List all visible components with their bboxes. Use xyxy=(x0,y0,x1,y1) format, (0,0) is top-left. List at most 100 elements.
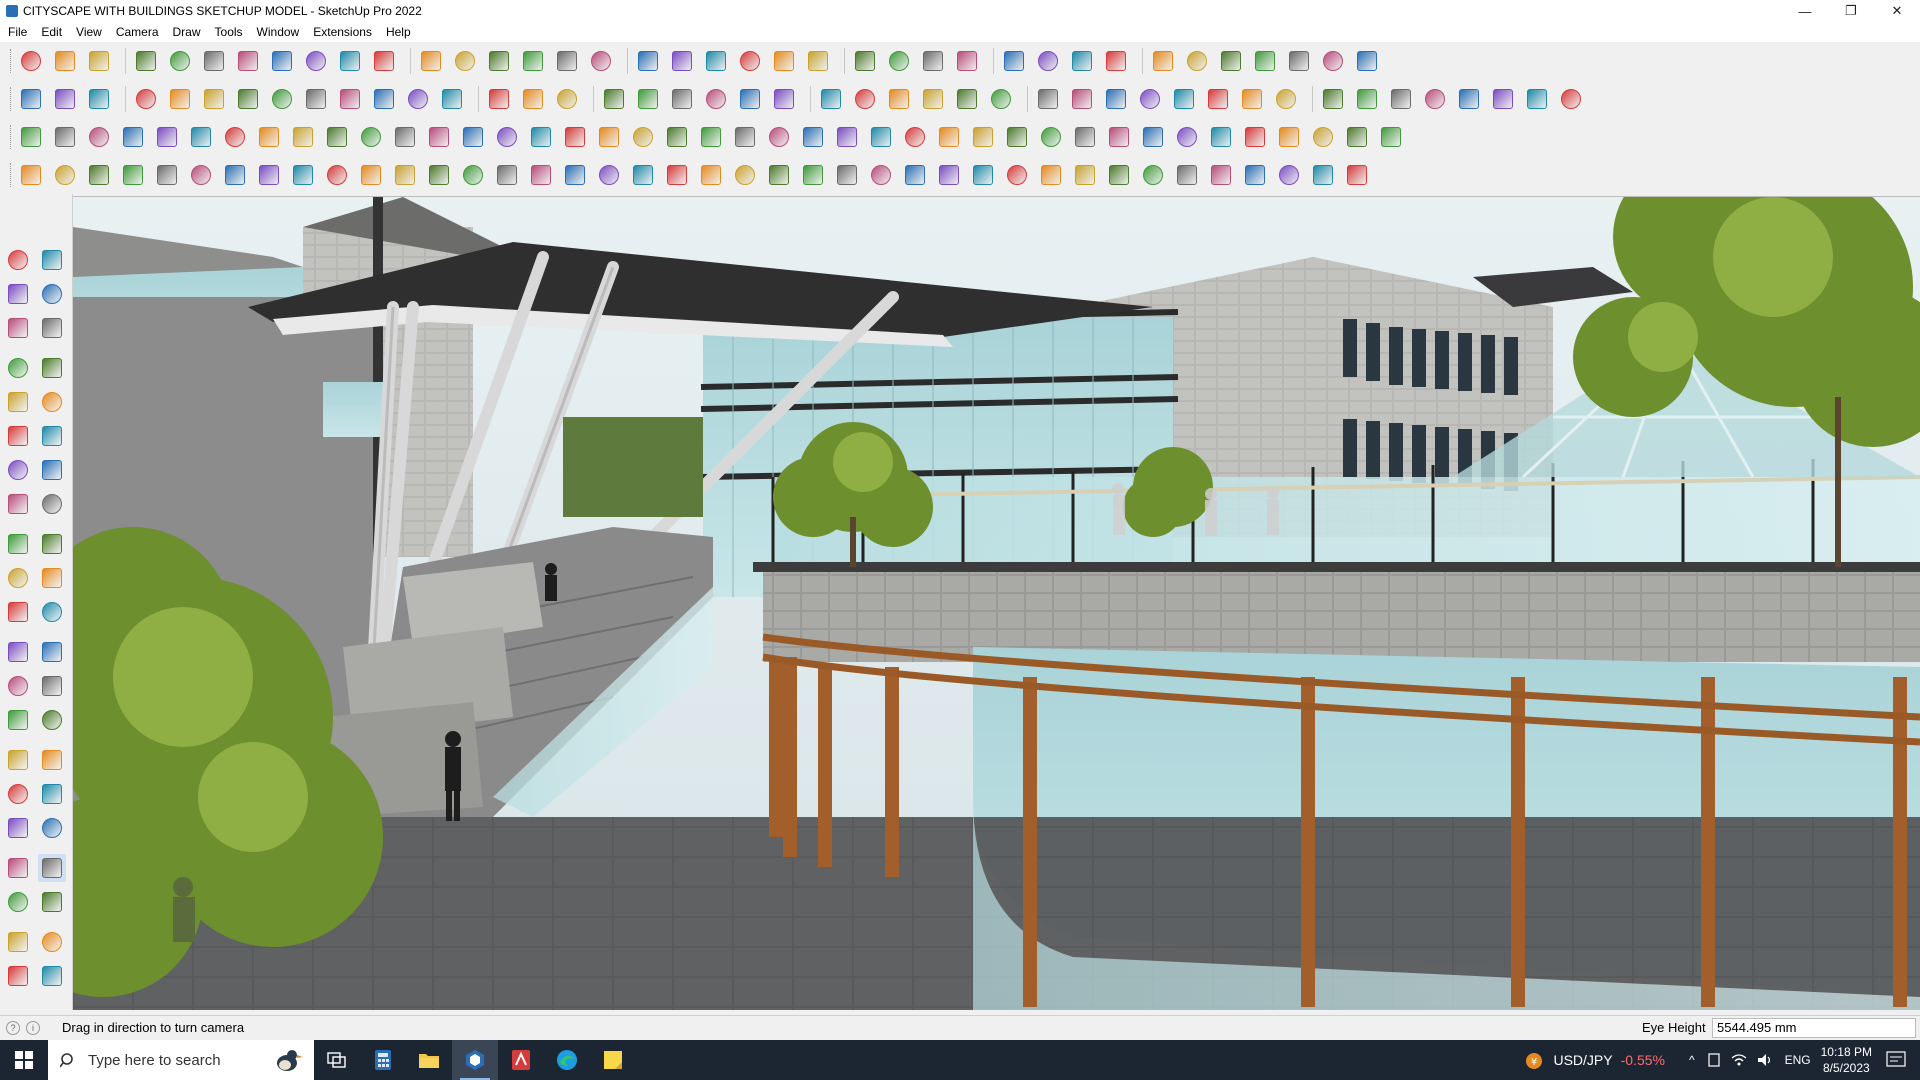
left-tool-tag-button[interactable] xyxy=(38,314,66,342)
left-tool-styles-lt-button[interactable] xyxy=(38,962,66,990)
tool-draw-ab-button[interactable] xyxy=(935,161,963,189)
tool-zoom-button[interactable] xyxy=(17,47,45,75)
toolbar-grip[interactable] xyxy=(10,49,13,73)
tool-ext-f-button[interactable] xyxy=(187,123,215,151)
tool-ext-ai-button[interactable] xyxy=(1173,123,1201,151)
tool-ext-ah-button[interactable] xyxy=(1139,123,1167,151)
tool-rotate-button[interactable] xyxy=(336,47,364,75)
tool-solid-a-button[interactable] xyxy=(817,85,845,113)
tool-draw-j-button[interactable] xyxy=(323,161,351,189)
left-tool-line-lt-button[interactable] xyxy=(4,354,32,382)
left-tool-circle-lt-button[interactable] xyxy=(4,422,32,450)
left-tool-pan-lt-button[interactable] xyxy=(38,746,66,774)
left-tool-warehouse-lt-button[interactable] xyxy=(4,928,32,956)
tool-ext-d-button[interactable] xyxy=(119,123,147,151)
left-tool-walk-button[interactable] xyxy=(4,888,32,916)
tool-ext-w-button[interactable] xyxy=(765,123,793,151)
tool-extension-warehouse-button[interactable] xyxy=(736,47,764,75)
tool-draw-t-button[interactable] xyxy=(663,161,691,189)
taskbar-clock[interactable]: 10:18 PM 8/5/2023 xyxy=(1821,1044,1872,1076)
tool-ext-ak-button[interactable] xyxy=(1241,123,1269,151)
tool-stamp-button[interactable] xyxy=(919,47,947,75)
tool-ext-an-button[interactable] xyxy=(1343,123,1371,151)
tool-draw-g-button[interactable] xyxy=(221,161,249,189)
tool-draw-d-button[interactable] xyxy=(119,161,147,189)
tool-draw-aa-button[interactable] xyxy=(901,161,929,189)
tool-pan-button[interactable] xyxy=(553,47,581,75)
tool-bottom-button[interactable] xyxy=(234,85,262,113)
tool-ext-ab-button[interactable] xyxy=(935,123,963,151)
show-hidden-icons-button[interactable]: ^ xyxy=(1689,1053,1695,1067)
tool-ext-k-button[interactable] xyxy=(357,123,385,151)
tool-ext-h-button[interactable] xyxy=(255,123,283,151)
tool-draw-p-button[interactable] xyxy=(527,161,555,189)
tool-account-button[interactable] xyxy=(1068,47,1096,75)
tool-text-button[interactable] xyxy=(451,47,479,75)
left-tool-orbit-b-button[interactable] xyxy=(4,746,32,774)
notifications-icon[interactable] xyxy=(1886,1051,1906,1069)
menu-view[interactable]: View xyxy=(76,25,102,39)
tool-draw-ai-button[interactable] xyxy=(1173,161,1201,189)
left-tool-follow-me-lt-button[interactable] xyxy=(38,564,66,592)
tool-sandbox-b-button[interactable] xyxy=(553,85,581,113)
tool-shape-o-button[interactable] xyxy=(1557,85,1585,113)
tool-draw-r-button[interactable] xyxy=(595,161,623,189)
toolbar-grip[interactable] xyxy=(10,87,13,111)
tool-draw-c-button[interactable] xyxy=(85,161,113,189)
tool-shaded-textures-button[interactable] xyxy=(438,85,466,113)
calculator-taskbar-button[interactable] xyxy=(360,1040,406,1080)
tool-move-button[interactable] xyxy=(302,47,330,75)
tool-ext-e-button[interactable] xyxy=(153,123,181,151)
tool-draw-an-button[interactable] xyxy=(1343,161,1371,189)
left-tool-push-pull-lt-button[interactable] xyxy=(38,530,66,558)
tool-shape-f-button[interactable] xyxy=(1238,85,1266,113)
tool-house-b-button[interactable] xyxy=(634,85,662,113)
tool-sandbox-from-scratch-button[interactable] xyxy=(851,47,879,75)
tool-help-button[interactable] xyxy=(1353,47,1381,75)
tool-components-button[interactable] xyxy=(668,47,696,75)
left-tool-paint-button[interactable] xyxy=(4,280,32,308)
left-tool-scale-lt-button[interactable] xyxy=(4,598,32,626)
tool-solid-f-button[interactable] xyxy=(987,85,1015,113)
tool-house-d-button[interactable] xyxy=(702,85,730,113)
tool-select-button[interactable] xyxy=(51,47,79,75)
tool-ext-ag-button[interactable] xyxy=(1105,123,1133,151)
tool-shape-b-button[interactable] xyxy=(1102,85,1130,113)
task-view-button[interactable] xyxy=(314,1040,360,1080)
tool-shape-l-button[interactable] xyxy=(1455,85,1483,113)
model-viewport[interactable] xyxy=(73,196,1920,1010)
tool-ext-x-button[interactable] xyxy=(799,123,827,151)
tool-layout-button[interactable] xyxy=(770,47,798,75)
tool-warehouse-button[interactable] xyxy=(702,47,730,75)
tool-ext-s-button[interactable] xyxy=(629,123,657,151)
left-tool-section-lt-button[interactable] xyxy=(38,888,66,916)
tool-draw-al-button[interactable] xyxy=(1275,161,1303,189)
tool-draw-ak-button[interactable] xyxy=(1241,161,1269,189)
tool-ext-l-button[interactable] xyxy=(391,123,419,151)
tool-ext-ae-button[interactable] xyxy=(1037,123,1065,151)
tool-eraser-button[interactable] xyxy=(85,47,113,75)
tool-arc-button[interactable] xyxy=(166,47,194,75)
tool-solid-b-button[interactable] xyxy=(851,85,879,113)
measurements-box[interactable]: 5544.495 mm xyxy=(1712,1017,1916,1038)
tool-ext-n-button[interactable] xyxy=(459,123,487,151)
tool-styles-button[interactable] xyxy=(1102,47,1130,75)
left-tool-select-button[interactable] xyxy=(4,246,32,274)
left-tool-tape-lt-button[interactable] xyxy=(4,638,32,666)
tool-right-button[interactable] xyxy=(132,85,160,113)
tool-draw-ac-button[interactable] xyxy=(969,161,997,189)
tool-shape-h-button[interactable] xyxy=(1319,85,1347,113)
sticky-notes-taskbar-button[interactable] xyxy=(590,1040,636,1080)
tool-rectangle-button[interactable] xyxy=(200,47,228,75)
left-tool-rotate-lt-button[interactable] xyxy=(4,564,32,592)
tool-draw-am-button[interactable] xyxy=(1309,161,1337,189)
tool-draw-y-button[interactable] xyxy=(833,161,861,189)
tool-paint-bucket-button[interactable] xyxy=(485,47,513,75)
file-explorer-taskbar-button[interactable] xyxy=(406,1040,452,1080)
tool-draw-w-button[interactable] xyxy=(765,161,793,189)
tool-ext-ac-button[interactable] xyxy=(969,123,997,151)
left-tool-3d-text-button[interactable] xyxy=(38,706,66,734)
tool-draw-s-button[interactable] xyxy=(629,161,657,189)
minimize-button[interactable]: — xyxy=(1782,0,1828,22)
left-tool-pie-button[interactable] xyxy=(4,490,32,518)
